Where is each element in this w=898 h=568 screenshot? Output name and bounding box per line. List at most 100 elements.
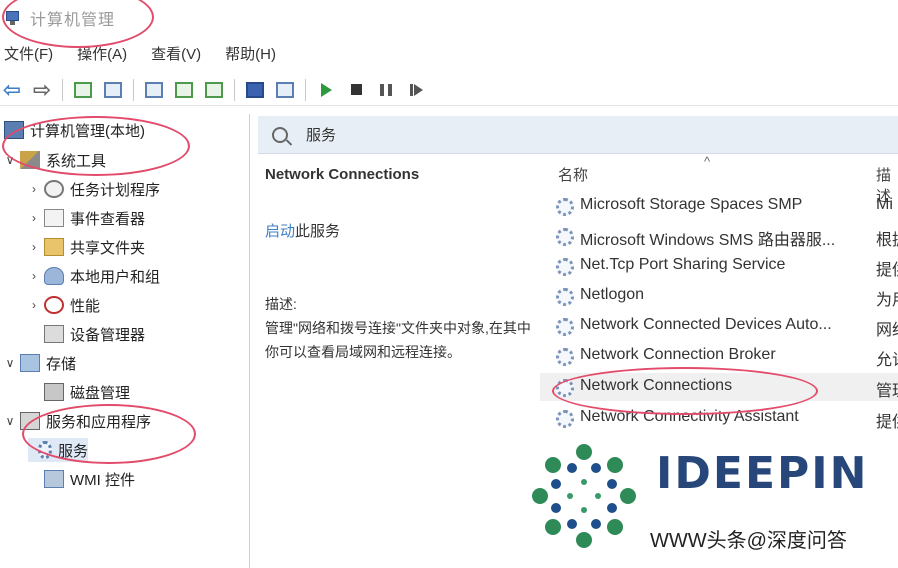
- watermark-brand: IDEEPIN: [656, 448, 869, 499]
- tree-node-label: WMI 控件: [70, 471, 135, 489]
- properties-button[interactable]: [142, 78, 166, 102]
- tree-node-event-viewer[interactable]: › 事件查看器: [28, 206, 145, 230]
- service-name: Microsoft Windows SMS 路由器服...: [580, 232, 836, 249]
- console-tree-icon: [104, 81, 122, 98]
- tree-node-label: 服务和应用程序: [46, 413, 152, 431]
- gear-icon: [556, 348, 574, 366]
- tree-node-label: 计算机管理(本地): [30, 122, 145, 140]
- tree-node-label: 设备管理器: [70, 326, 146, 344]
- watermark-caption: WWW头条@深度问答: [650, 530, 847, 552]
- stop-service-button[interactable]: [344, 78, 368, 102]
- services-list: 名称 ^ 描述 Microsoft Storage Spaces SMP Mi …: [540, 144, 898, 444]
- tree-node-device-manager[interactable]: 设备管理器: [28, 322, 145, 346]
- service-row[interactable]: Microsoft Windows SMS 路由器服... 根据: [540, 222, 898, 250]
- device-manager-icon: [44, 325, 64, 343]
- folder-up-icon: [74, 81, 92, 98]
- clock-icon: [44, 180, 64, 198]
- chevron-right-icon[interactable]: ›: [28, 182, 40, 196]
- service-desc: 为用: [876, 292, 898, 309]
- arrow-left-icon: ⇦: [2, 76, 22, 102]
- help-button[interactable]: [243, 78, 267, 102]
- console-tree: 计算机管理(本地) ∨ 系统工具 › 任务计划程序 › 事件查看器 › 共享文件…: [0, 114, 250, 568]
- up-level-button[interactable]: [71, 78, 95, 102]
- service-row[interactable]: Network Connectivity Assistant 提供: [540, 404, 898, 432]
- tree-node-label: 系统工具: [46, 152, 107, 170]
- chevron-right-icon[interactable]: ›: [28, 269, 40, 283]
- toolbar-separator: [62, 78, 63, 101]
- menu-file[interactable]: 文件(F): [4, 41, 53, 66]
- search-icon: [272, 126, 288, 143]
- tree-node-performance[interactable]: › 性能: [28, 293, 100, 317]
- properties-icon: [145, 81, 163, 98]
- services-apps-icon: [20, 412, 40, 430]
- tree-node-label: 共享文件夹: [70, 239, 146, 257]
- back-button[interactable]: ⇦: [0, 76, 24, 102]
- toolbar-separator: [133, 78, 134, 101]
- action-pane-icon: [276, 81, 294, 98]
- forward-button[interactable]: ⇨: [30, 77, 54, 102]
- start-service-link[interactable]: 启动: [265, 223, 295, 240]
- tree-node-label: 性能: [70, 297, 101, 315]
- gear-icon: [556, 410, 574, 428]
- tree-node-services-apps[interactable]: ∨ 服务和应用程序: [4, 409, 151, 433]
- chevron-right-icon[interactable]: ›: [28, 240, 40, 254]
- window-title: 计算机管理: [30, 12, 116, 29]
- selected-service-name: Network Connections: [265, 166, 420, 183]
- ideepin-logo-icon: [532, 444, 636, 548]
- service-row[interactable]: Netlogon 为用: [540, 282, 898, 310]
- pause-service-button[interactable]: [374, 78, 398, 102]
- tree-node-label: 本地用户和组: [70, 268, 161, 286]
- service-name: Network Connections: [580, 377, 733, 394]
- chevron-down-icon[interactable]: ∨: [4, 414, 16, 428]
- service-desc: 根据: [876, 232, 898, 249]
- pause-icon: [380, 83, 392, 96]
- chevron-right-icon[interactable]: ›: [28, 211, 40, 225]
- chevron-down-icon[interactable]: ∨: [4, 153, 16, 167]
- chevron-right-icon[interactable]: ›: [28, 298, 40, 312]
- toolbox-icon: [20, 151, 40, 169]
- start-service-action: 启动此服务: [265, 220, 340, 241]
- column-name-header[interactable]: 名称: [558, 164, 588, 185]
- tree-node-disk-management[interactable]: 磁盘管理: [28, 380, 130, 404]
- service-row[interactable]: Network Connected Devices Auto... 网络: [540, 312, 898, 340]
- service-desc: 允许: [876, 352, 898, 369]
- gear-icon: [556, 288, 574, 306]
- tree-node-storage[interactable]: ∨ 存储: [4, 351, 76, 375]
- restart-service-button[interactable]: [404, 78, 428, 102]
- computer-icon: [4, 121, 24, 139]
- chevron-down-icon[interactable]: ∨: [4, 356, 16, 370]
- service-row[interactable]: Network Connection Broker 允许: [540, 342, 898, 370]
- tree-node-local-users[interactable]: › 本地用户和组: [28, 264, 160, 288]
- service-name: Network Connection Broker: [580, 346, 776, 363]
- play-icon: [320, 82, 332, 97]
- tree-node-label: 存储: [46, 355, 77, 373]
- tree-node-system-tools[interactable]: ∨ 系统工具: [4, 148, 106, 172]
- action-pane-button[interactable]: [273, 78, 297, 102]
- service-row[interactable]: Net.Tcp Port Sharing Service 提供: [540, 252, 898, 280]
- service-row-selected[interactable]: Network Connections 管理: [540, 373, 898, 401]
- tree-node-shared-folders[interactable]: › 共享文件夹: [28, 235, 145, 259]
- storage-icon: [20, 354, 40, 372]
- wmi-icon: [44, 470, 64, 488]
- tree-node-label: 磁盘管理: [70, 384, 131, 402]
- menu-help[interactable]: 帮助(H): [225, 41, 276, 66]
- tree-node-label: 服务: [57, 442, 88, 460]
- start-service-link-suffix: 此服务: [295, 223, 341, 240]
- tree-node-wmi[interactable]: WMI 控件: [28, 467, 135, 491]
- list-column-header: 名称 ^ 描述: [540, 154, 898, 205]
- users-icon: [44, 267, 64, 285]
- tree-node-task-scheduler[interactable]: › 任务计划程序: [28, 177, 160, 201]
- computer-management-icon: [4, 9, 22, 27]
- service-name: Microsoft Storage Spaces SMP: [580, 196, 803, 213]
- show-hide-tree-button[interactable]: [101, 78, 125, 102]
- service-row[interactable]: Microsoft Storage Spaces SMP Mi: [540, 192, 898, 220]
- export-list-button[interactable]: [202, 78, 226, 102]
- start-service-button[interactable]: [314, 78, 338, 102]
- service-name: Network Connected Devices Auto...: [580, 316, 832, 333]
- tree-node-root[interactable]: 计算机管理(本地): [4, 118, 145, 142]
- export-icon: [205, 81, 223, 98]
- refresh-button[interactable]: [172, 78, 196, 102]
- tree-node-services[interactable]: 服务: [28, 438, 88, 462]
- menu-action[interactable]: 操作(A): [77, 41, 127, 66]
- menu-view[interactable]: 查看(V): [151, 41, 201, 66]
